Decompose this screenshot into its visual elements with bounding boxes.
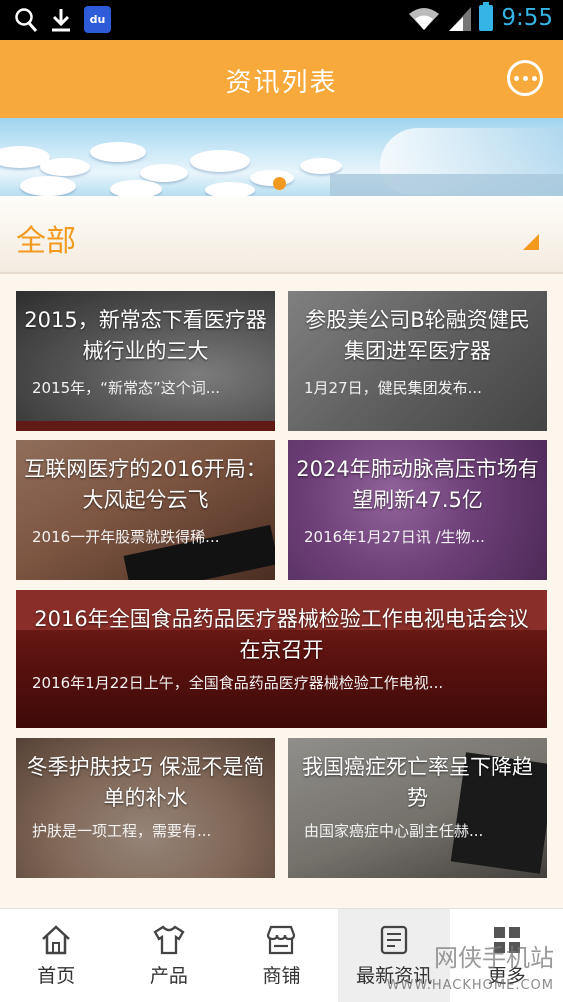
news-desc: 2016年1月22日上午，全国食品药品医疗器械检验工作电视... (32, 674, 444, 692)
nav-item-shops[interactable]: 商铺 (225, 909, 338, 1002)
news-desc: 2015年，“新常态”这个词... (32, 379, 221, 397)
news-title: 互联网医疗的2016开局：大风起兮云飞 (24, 457, 267, 512)
watermark-url: WWW.HACKHOME.COM (386, 978, 554, 993)
news-card[interactable]: 2015，新常态下看医疗器械行业的三大 2015年，“新常态”这个词... (16, 291, 275, 431)
page-title: 资讯列表 (225, 68, 338, 98)
news-card[interactable]: 2016年全国食品药品医疗器械检验工作电视电话会议在京召开 2016年1月22日… (16, 590, 547, 728)
signal-icon (449, 7, 472, 31)
watermark: 网侠手机站 WWW.HACKHOME.COM (362, 938, 560, 998)
shirt-icon (153, 925, 185, 955)
app-header: 资讯列表 (0, 40, 563, 118)
news-desc: 2016一开年股票就跌得稀... (32, 528, 220, 546)
news-desc: 护肤是一项工程，需要有... (32, 822, 212, 840)
news-title: 冬季护肤技巧 保湿不是简单的补水 (26, 755, 265, 810)
dropdown-arrow-icon (523, 234, 539, 250)
download-icon (52, 8, 70, 31)
wifi-icon (409, 8, 440, 30)
message-icon[interactable] (507, 60, 543, 96)
news-desc: 由国家癌症中心副主任赫... (304, 822, 484, 840)
nav-item-products[interactable]: 产品 (113, 909, 226, 1002)
watermark-name: 网侠手机站 (434, 944, 554, 972)
news-desc: 1月27日，健民集团发布... (304, 379, 482, 397)
status-bar: du 9:55 (0, 0, 563, 40)
home-icon (42, 925, 71, 955)
news-title: 我国癌症死亡率呈下降趋势 (302, 755, 533, 810)
news-card[interactable]: 冬季护肤技巧 保湿不是简单的补水 护肤是一项工程，需要有... (16, 738, 275, 878)
banner-indicator-dot[interactable] (273, 177, 286, 190)
category-selector[interactable]: 全部 (0, 196, 563, 274)
news-title: 2015，新常态下看医疗器械行业的三大 (24, 308, 267, 363)
news-title: 参股美公司B轮融资健民集团进军医疗器 (305, 308, 530, 363)
news-desc: 2016年1月27日讯 /生物... (304, 528, 485, 546)
battery-icon (479, 2, 494, 31)
nav-label: 产品 (149, 965, 188, 987)
nav-label: 商铺 (262, 965, 301, 987)
shop-icon (267, 925, 296, 955)
search-icon (15, 7, 38, 32)
nav-label: 首页 (37, 965, 76, 987)
news-title: 2016年全国食品药品医疗器械检验工作电视电话会议在京召开 (34, 607, 529, 662)
baidu-icon: du (84, 6, 111, 33)
news-card[interactable]: 互联网医疗的2016开局：大风起兮云飞 2016一开年股票就跌得稀... (16, 440, 275, 580)
news-title: 2024年肺动脉高压市场有望刷新47.5亿 (296, 457, 539, 512)
nav-item-home[interactable]: 首页 (0, 909, 113, 1002)
news-card[interactable]: 2024年肺动脉高压市场有望刷新47.5亿 2016年1月27日讯 /生物... (288, 440, 547, 580)
news-card[interactable]: 参股美公司B轮融资健民集团进军医疗器 1月27日，健民集团发布... (288, 291, 547, 431)
status-time: 9:55 (501, 5, 553, 31)
category-label: 全部 (16, 224, 76, 259)
news-card[interactable]: 我国癌症死亡率呈下降趋势 由国家癌症中心副主任赫... (288, 738, 547, 878)
